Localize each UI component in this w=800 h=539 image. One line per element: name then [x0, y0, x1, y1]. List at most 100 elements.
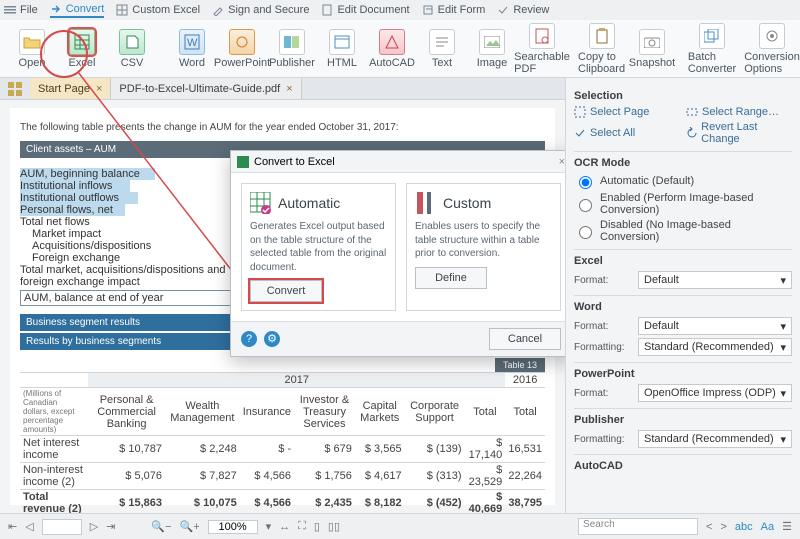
select-all[interactable]: Select All: [574, 121, 680, 145]
word-formatting-combo[interactable]: Standard (Recommended) ▾: [638, 338, 792, 356]
publisher-icon: [279, 29, 305, 55]
conversion-options-button[interactable]: Conversion Options: [748, 23, 796, 75]
zoom-out[interactable]: 🔍−: [151, 520, 171, 533]
menu-file[interactable]: File: [4, 4, 38, 16]
header-row: (Millions of Canadian dollars, except pe…: [20, 388, 545, 436]
fit-width[interactable]: ↔: [279, 521, 290, 533]
cancel-button[interactable]: Cancel: [489, 328, 561, 350]
help-button[interactable]: ?: [241, 331, 257, 347]
convert-button[interactable]: Convert: [250, 280, 322, 302]
row-inst-in[interactable]: Institutional inflows: [20, 180, 130, 192]
open-button[interactable]: Open: [8, 29, 56, 69]
excel-button[interactable]: Excel: [58, 29, 106, 69]
menu-review[interactable]: Review: [497, 4, 549, 16]
settings-button[interactable]: ⚙: [264, 331, 280, 347]
cell: 16,531: [505, 436, 545, 463]
menu-convert[interactable]: Convert: [50, 3, 105, 18]
ocr-disabled-radio[interactable]: Disabled (No Image-based Conversion): [574, 219, 792, 243]
ocr-auto-radio[interactable]: Automatic (Default): [574, 173, 792, 189]
menu-custom-excel[interactable]: Custom Excel: [116, 4, 200, 16]
pub-formatting-combo[interactable]: Standard (Recommended)▾: [638, 430, 792, 448]
cell: $ 17,140: [465, 436, 506, 463]
sidebar-toggle[interactable]: [0, 78, 30, 99]
menu-review-label: Review: [513, 4, 549, 16]
chevron-down-icon: ▾: [780, 387, 786, 400]
autocad-icon: [379, 29, 405, 55]
ppt-format-combo[interactable]: OpenOffice Impress (ODP)▾: [638, 384, 792, 402]
excel-format-combo[interactable]: Default▾: [638, 271, 792, 289]
copy-clipboard-button[interactable]: Copy to Clipboard: [578, 23, 626, 75]
cell: 38,795: [505, 490, 545, 514]
select-page[interactable]: Select Page: [574, 106, 680, 118]
col-total: Total: [465, 388, 506, 436]
cell: $ 679: [294, 436, 355, 463]
autocad-button[interactable]: AutoCAD: [368, 29, 416, 69]
menu-edit-form[interactable]: Edit Form: [422, 4, 486, 16]
formatting-label: Formatting:: [574, 434, 632, 445]
fit-page[interactable]: ⛶: [298, 520, 306, 533]
page-input[interactable]: [42, 519, 82, 535]
svg-text:W: W: [187, 37, 198, 49]
image-button[interactable]: Image: [468, 29, 516, 69]
search-input[interactable]: Search: [578, 518, 698, 535]
searchable-pdf-button[interactable]: Searchable PDF: [518, 23, 566, 75]
cell: $ 4,566: [240, 463, 294, 490]
case-toggle[interactable]: Aa: [761, 521, 774, 533]
zoom-value[interactable]: 100%: [208, 520, 258, 534]
revert-label: Revert Last Change: [701, 121, 792, 145]
search-options[interactable]: ☰: [782, 520, 792, 533]
chevron-down-icon[interactable]: ▾: [266, 520, 272, 533]
text-button[interactable]: Text: [418, 29, 466, 69]
chevron-down-icon: ▾: [780, 341, 786, 354]
search-prev[interactable]: <: [706, 521, 712, 533]
page-icon: [574, 106, 586, 118]
ocr-enabled-radio[interactable]: Enabled (Perform Image-based Conversion): [574, 192, 792, 216]
camera-icon: [639, 29, 665, 55]
first-page[interactable]: ⇤: [8, 520, 17, 533]
cell: $ -: [240, 436, 294, 463]
highlight-tool[interactable]: abc: [735, 521, 753, 533]
row-pers-flows[interactable]: Personal flows, net: [20, 204, 125, 216]
prev-page[interactable]: ◁: [25, 520, 33, 533]
cell: $ 5,076: [88, 463, 165, 490]
next-page[interactable]: ▷: [90, 520, 98, 533]
publisher-button[interactable]: Publisher: [268, 29, 316, 69]
last-page[interactable]: ⇥: [106, 520, 115, 533]
continuous-view[interactable]: ▯▯: [328, 520, 340, 533]
menu-edit-document[interactable]: Edit Document: [321, 4, 409, 16]
word-format-combo[interactable]: Default▾: [638, 317, 792, 335]
image-label: Image: [477, 57, 508, 69]
gear-icon: [759, 23, 785, 49]
automatic-title: Automatic: [278, 195, 340, 211]
snapshot-label: Snapshot: [629, 57, 675, 69]
row-label: Non-interest income (2): [20, 463, 88, 490]
row-inst-out[interactable]: Institutional outflows: [20, 192, 138, 204]
define-button[interactable]: Define: [415, 267, 487, 289]
snapshot-button[interactable]: Snapshot: [628, 29, 676, 69]
select-range[interactable]: Select Range…: [686, 106, 792, 118]
cell: $ 10,075: [165, 490, 240, 514]
menu-sign-secure[interactable]: Sign and Secure: [212, 4, 309, 16]
cell: $ (139): [405, 436, 465, 463]
csv-button[interactable]: CSV: [108, 29, 156, 69]
close-icon[interactable]: ×: [96, 83, 102, 95]
menu-sign-label: Sign and Secure: [228, 4, 309, 16]
combo-value: Standard (Recommended): [644, 341, 774, 353]
html-icon: [329, 29, 355, 55]
tab-document[interactable]: PDF-to-Excel-Ultimate-Guide.pdf×: [111, 78, 301, 99]
single-page-view[interactable]: ▯: [314, 520, 320, 533]
close-icon[interactable]: ×: [286, 83, 292, 95]
batch-converter-button[interactable]: Batch Converter: [688, 23, 736, 75]
custom-card: Custom Enables users to specify the tabl…: [406, 183, 561, 311]
revert[interactable]: Revert Last Change: [686, 121, 792, 145]
html-button[interactable]: HTML: [318, 29, 366, 69]
tab-start-page[interactable]: Start Page×: [30, 78, 111, 99]
search-next[interactable]: >: [720, 521, 726, 533]
word-button[interactable]: WWord: [168, 29, 216, 69]
zoom-in[interactable]: 🔍+: [180, 520, 200, 533]
copy-clipboard-label: Copy to Clipboard: [578, 51, 626, 75]
folder-icon: [19, 29, 45, 55]
powerpoint-button[interactable]: PowerPoint: [218, 29, 266, 69]
row-aum-begin[interactable]: AUM, beginning balance: [20, 168, 155, 180]
status-bar: ⇤ ◁ ▷ ⇥ 🔍− 🔍+ 100% ▾ ↔ ⛶ ▯ ▯▯ Search < >…: [0, 513, 800, 539]
